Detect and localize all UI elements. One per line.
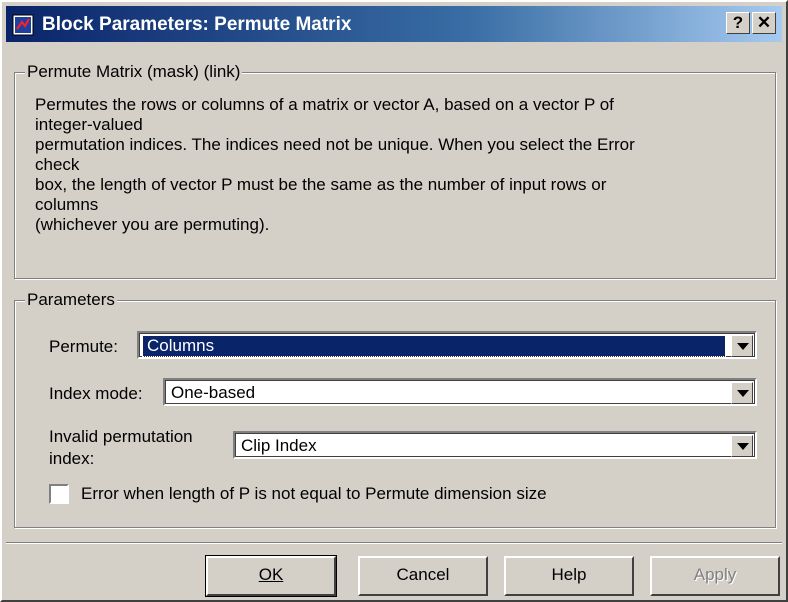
question-icon: ? — [732, 13, 744, 32]
description-legend: Permute Matrix (mask) (link) — [25, 62, 243, 82]
ok-button[interactable]: OK — [205, 555, 337, 597]
parameters-group: Parameters Permute: Columns Index mode: … — [14, 290, 776, 528]
ok-label: OK — [258, 565, 284, 584]
help-label: Help — [551, 565, 587, 584]
description-line: box, the length of vector P must be the … — [35, 175, 607, 194]
title-close-button[interactable]: ✕ — [752, 12, 776, 34]
invalid-index-label: Invalid permutation — [49, 427, 193, 446]
window-title: Block Parameters: Permute Matrix — [42, 14, 352, 35]
description-line: integer-valued — [35, 115, 143, 134]
parameters-legend: Parameters — [25, 290, 117, 310]
description-line: permutation indices. The indices need no… — [35, 135, 635, 154]
error-check-checkbox[interactable] — [49, 484, 69, 504]
index-mode-select[interactable]: One-based — [163, 378, 757, 406]
dialog-window: Block Parameters: Permute Matrix ? ✕ Per… — [0, 0, 788, 602]
invalid-index-select[interactable]: Clip Index — [233, 431, 757, 459]
close-icon: ✕ — [756, 13, 772, 32]
apply-label: Apply — [693, 565, 737, 584]
invalid-index-value: Clip Index — [241, 436, 317, 455]
description-line: check — [35, 155, 80, 174]
title-help-button[interactable]: ? — [726, 12, 750, 34]
cancel-label: Cancel — [396, 565, 450, 584]
error-check-label[interactable]: Error when length of P is not equal to P… — [81, 484, 547, 504]
description-line: Permutes the rows or columns of a matrix… — [35, 95, 614, 114]
cancel-button[interactable]: Cancel — [358, 556, 488, 596]
description-text: Permutes the rows or columns of a matrix… — [35, 95, 770, 235]
simulink-block-icon — [12, 14, 34, 36]
permute-value: Columns — [142, 335, 726, 357]
permute-select[interactable]: Columns — [137, 331, 757, 359]
description-line: columns — [35, 195, 99, 214]
invalid-index-dropdown-button[interactable] — [731, 435, 753, 457]
index-mode-dropdown-button[interactable] — [731, 382, 753, 404]
button-separator — [6, 542, 782, 544]
permute-dropdown-button[interactable] — [731, 335, 753, 357]
invalid-index-label-cont: index: — [49, 449, 95, 468]
permute-label: Permute: — [49, 337, 118, 356]
apply-button[interactable]: Apply — [650, 556, 780, 596]
chevron-down-icon — [737, 443, 749, 450]
title-bar[interactable]: Block Parameters: Permute Matrix ? ✕ — [6, 6, 782, 42]
chevron-down-icon — [737, 390, 749, 397]
chevron-down-icon — [737, 343, 749, 350]
index-mode-value: One-based — [171, 383, 256, 402]
description-line: (whichever you are permuting). — [35, 215, 270, 234]
help-button[interactable]: Help — [504, 556, 634, 596]
description-group: Permute Matrix (mask) (link) Permutes th… — [14, 62, 776, 279]
index-mode-label: Index mode: — [49, 384, 143, 403]
